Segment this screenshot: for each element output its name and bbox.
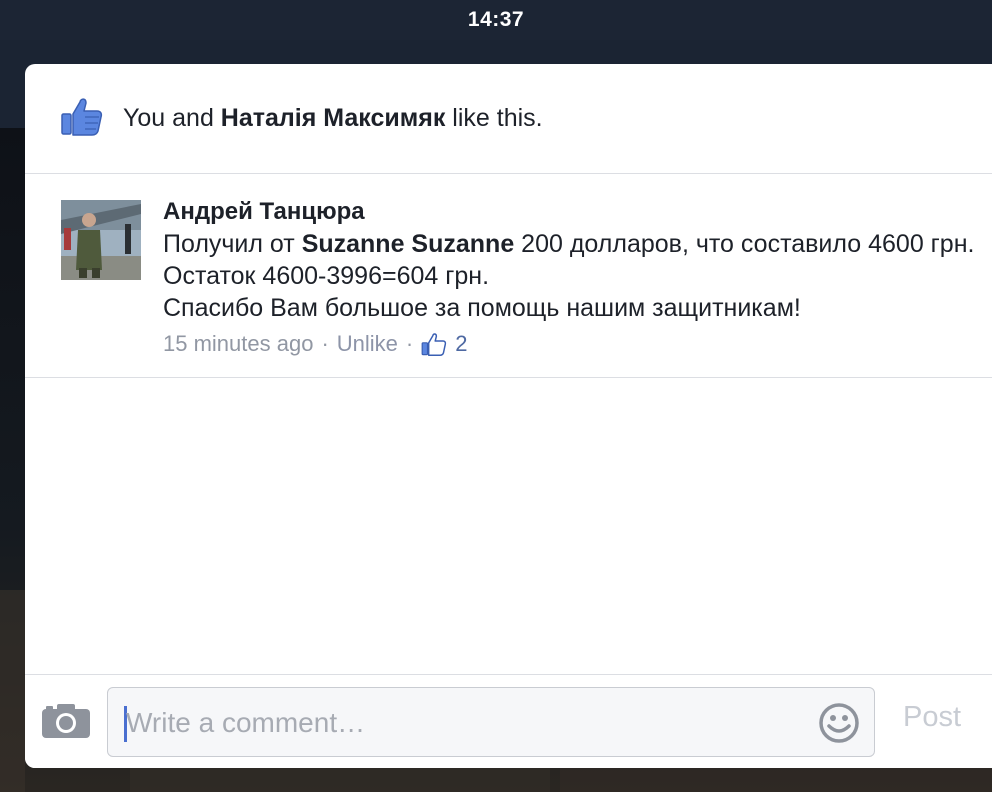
meta-separator: · <box>321 331 329 356</box>
post-button[interactable]: Post <box>903 701 961 734</box>
avatar[interactable] <box>61 200 141 280</box>
comment-mention[interactable]: Suzanne Suzanne <box>302 230 515 258</box>
comment-placeholder: Write a comment… <box>126 707 366 738</box>
thumbs-up-icon <box>61 98 103 136</box>
camera-icon[interactable] <box>41 703 91 739</box>
meta-separator: · <box>405 331 414 356</box>
likes-person-name[interactable]: Наталія Максимяк <box>221 104 446 132</box>
comments-sheet: You and Наталія Максимяк like this. Андр… <box>25 64 992 768</box>
comment-body: Андрей Танцюра Получил от Suzanne Suzann… <box>163 196 992 360</box>
status-bar: 14:37 <box>0 0 992 40</box>
thumbs-up-icon[interactable] <box>421 331 447 357</box>
likes-summary[interactable]: You and Наталія Максимяк like this. <box>25 64 992 174</box>
comment-item: Андрей Танцюра Получил от Suzanne Suzann… <box>25 174 992 378</box>
comment-text: Получил от Suzanne Suzanne 200 долларов,… <box>163 228 992 324</box>
comment-meta: 15 minutes ago · Unlike · 2 <box>163 328 992 360</box>
comment-text-start: Получил от <box>163 230 302 258</box>
unlike-button[interactable]: Unlike <box>337 328 398 360</box>
comment-timestamp: 15 minutes ago <box>163 331 314 356</box>
like-count[interactable]: 2 <box>455 328 467 360</box>
smiley-icon[interactable] <box>818 702 860 744</box>
comment-composer: Write a comment… Post <box>25 674 992 768</box>
likes-prefix: You and <box>123 104 221 132</box>
likes-suffix: like this. <box>445 104 543 132</box>
comment-author[interactable]: Андрей Танцюра <box>163 196 992 228</box>
status-time: 14:37 <box>467 8 525 31</box>
comment-input[interactable]: Write a comment… <box>107 687 875 757</box>
comment-text-thanks: Спасибо Вам большое за помощь нашим защи… <box>163 294 801 322</box>
likes-text: You and Наталія Максимяк like this. <box>123 104 543 133</box>
